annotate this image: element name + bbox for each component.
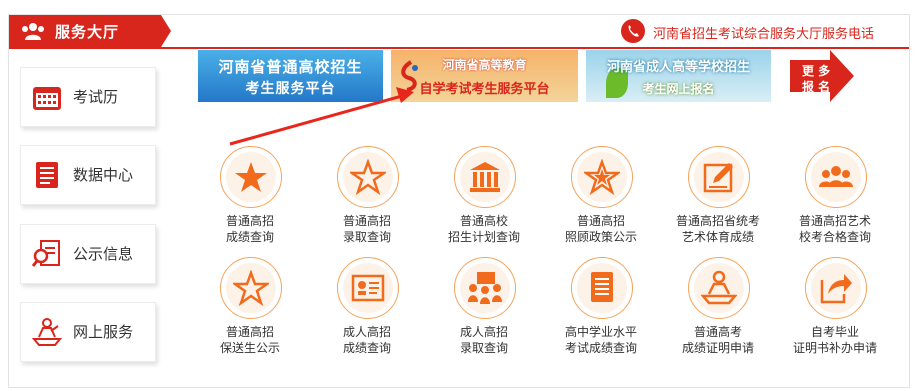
sidebar-item-announcements[interactable]: 公示信息 — [20, 224, 156, 284]
service-label-line2: 成绩证明申请 — [681, 341, 754, 355]
service-label-line2: 录取查询 — [459, 341, 508, 355]
service-icon-ring — [454, 146, 516, 208]
banner-line2: 考生服务平台 — [245, 81, 336, 97]
service-score-certificate[interactable]: 普通高考 成绩证明申请 — [658, 257, 778, 357]
service-icon-ring — [805, 146, 867, 208]
service-icon-ring — [220, 146, 282, 208]
service-icon-ring — [454, 257, 516, 319]
service-art-sports-scores[interactable]: 普通高招省统考 艺术体育成绩 — [658, 146, 778, 246]
service-label-line2: 艺术体育成绩 — [681, 230, 754, 244]
search-document-icon — [31, 240, 60, 267]
service-label-line2: 保送生公示 — [219, 341, 280, 355]
more-line2: 报 名 — [802, 80, 831, 94]
service-label-line2: 校考合格查询 — [798, 230, 871, 244]
banner-line1: 河南省高等教育 — [442, 58, 527, 72]
reader-icon — [701, 270, 737, 305]
tab-notch — [161, 15, 171, 47]
service-label-line1: 成人高招 — [459, 325, 508, 339]
phone-icon — [621, 19, 645, 43]
service-diploma-reissue[interactable]: 自考毕业 证明书补办申请 — [775, 257, 895, 357]
service-label-line2: 成绩查询 — [225, 230, 274, 244]
star-badge-icon — [584, 159, 620, 195]
service-admission-query[interactable]: 普通高招 录取查询 — [307, 146, 427, 246]
service-recommended-students[interactable]: 普通高招 保送生公示 — [190, 257, 310, 357]
sidebar-item-online-service[interactable]: 网上服务 — [20, 302, 156, 362]
service-label-line1: 普通高招 — [342, 214, 391, 228]
meeting-icon — [468, 272, 502, 304]
service-phone[interactable]: 河南省招生考试综合服务大厅服务电话 — [621, 19, 901, 43]
banner-ordinary-admission[interactable]: 河南省普通高校招生 考生服务平台 — [198, 50, 383, 102]
service-icon-ring — [571, 257, 633, 319]
sidebar-item-calendar[interactable]: 考试历 — [20, 67, 156, 127]
header-title: 服务大厅 — [55, 23, 120, 41]
sidebar-label: 考试历 — [73, 88, 119, 106]
service-label-line2: 照顾政策公示 — [564, 230, 637, 244]
service-label-line1: 普通高招 — [225, 214, 274, 228]
service-label-line1: 普通高校 — [459, 214, 508, 228]
certificate-icon — [351, 274, 385, 302]
sidebar-label: 公示信息 — [73, 245, 134, 263]
service-label-line2: 录取查询 — [342, 230, 391, 244]
edit-icon — [703, 163, 733, 193]
service-label-line1: 高中学业水平 — [564, 325, 637, 339]
service-label-line1: 普通高招艺术 — [798, 214, 871, 228]
service-icon-ring — [805, 257, 867, 319]
service-label-line2: 成绩查询 — [342, 341, 391, 355]
star-outline-icon — [233, 270, 269, 306]
service-icon-ring — [220, 257, 282, 319]
service-adult-admission-query[interactable]: 成人高招 录取查询 — [424, 257, 544, 357]
service-label-line2: 招生计划查询 — [447, 230, 520, 244]
banner-line1: 河南省成人高等学校招生 — [606, 60, 750, 75]
service-label-line1: 普通高招省统考 — [675, 214, 760, 228]
service-label-line1: 成人高招 — [342, 325, 391, 339]
group-icon — [819, 166, 853, 187]
service-score-query[interactable]: 普通高招 成绩查询 — [190, 146, 310, 246]
service-art-exam-qualification[interactable]: 普通高招艺术 校考合格查询 — [775, 146, 895, 246]
people-icon — [22, 23, 44, 40]
banner-line2: 自学考试考生服务平台 — [419, 82, 550, 97]
calendar-icon — [33, 87, 61, 110]
sidebar-label: 网上服务 — [73, 323, 134, 341]
service-label-line1: 普通高招 — [225, 325, 274, 339]
sidebar-item-data-center[interactable]: 数据中心 — [20, 145, 156, 205]
banner-adult-admission[interactable]: 河南省成人高等学校招生 考生网上报名 — [586, 50, 771, 102]
building-icon — [470, 162, 500, 192]
service-icon-ring — [337, 146, 399, 208]
service-icon-ring — [688, 146, 750, 208]
service-icon-ring — [571, 146, 633, 208]
service-academic-level-scores[interactable]: 高中学业水平 考试成绩查询 — [541, 257, 661, 357]
more-line1: 更 多 — [802, 64, 831, 78]
sidebar-label: 数据中心 — [73, 166, 134, 184]
banner-self-study-exam[interactable]: 河南省高等教育 自学考试考生服务平台 — [391, 50, 578, 102]
service-adult-score-query[interactable]: 成人高招 成绩查询 — [307, 257, 427, 357]
header-tab: 服务大厅 — [9, 15, 171, 47]
service-enrollment-plan[interactable]: 普通高校 招生计划查询 — [424, 146, 544, 246]
service-label-line1: 普通高招 — [576, 214, 625, 228]
more-registration-button[interactable]: 更 多 报 名 — [790, 50, 854, 102]
star-outline-icon — [350, 159, 386, 195]
banner-line2: 考生网上报名 — [642, 82, 715, 96]
phone-text: 河南省招生考试综合服务大厅服务电话 — [653, 27, 875, 42]
service-icon-ring — [337, 257, 399, 319]
banner-line1: 河南省普通高校招生 — [218, 58, 363, 76]
service-policy-notice[interactable]: 普通高招 照顾政策公示 — [541, 146, 661, 246]
share-icon — [820, 274, 852, 304]
person-desk-icon — [31, 318, 63, 346]
star-filled-icon — [235, 162, 267, 192]
service-label-line1: 自考毕业 — [810, 325, 859, 339]
service-label-line1: 普通高考 — [693, 325, 742, 339]
service-label-line2: 证明书补办申请 — [792, 341, 877, 355]
service-label-line2: 考试成绩查询 — [564, 341, 637, 355]
service-icon-ring — [688, 257, 750, 319]
document-icon — [591, 272, 613, 302]
panel-header: 服务大厅 河南省招生考试综合服务大厅服务电话 — [9, 15, 909, 49]
document-stack-icon — [36, 162, 58, 188]
